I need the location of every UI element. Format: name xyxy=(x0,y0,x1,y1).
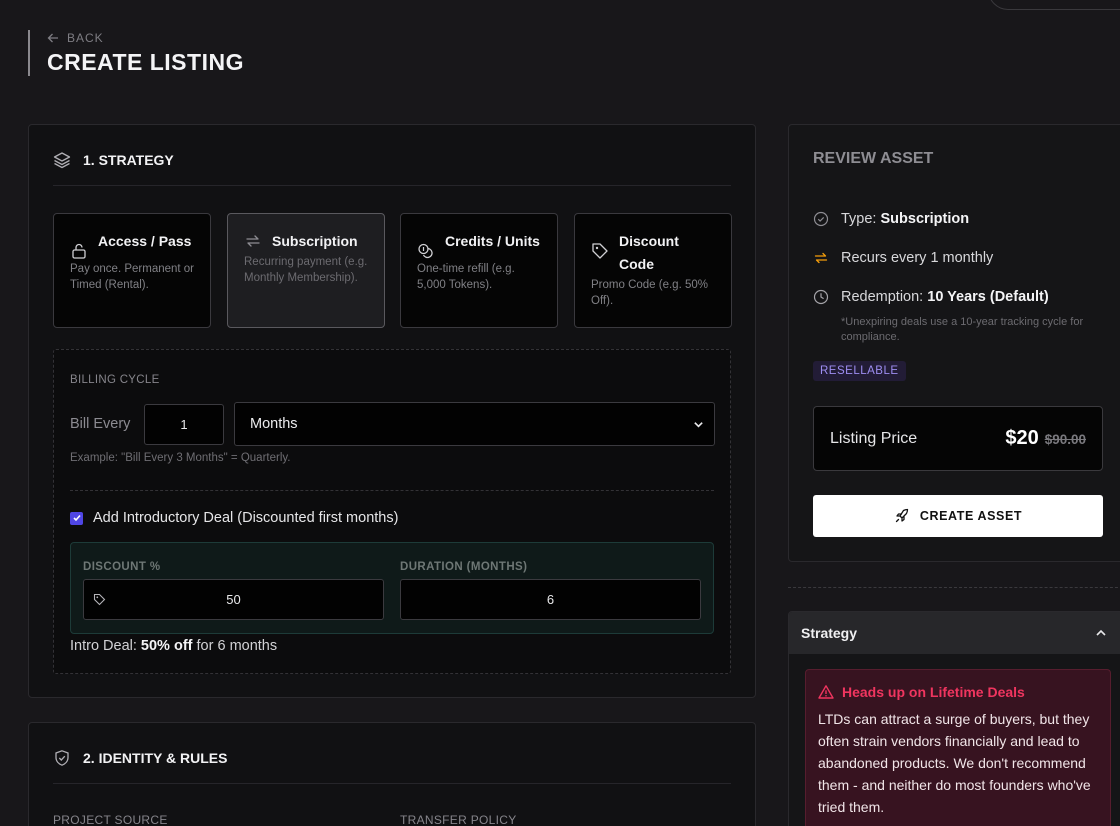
project-source-label: PROJECT SOURCE xyxy=(53,813,168,826)
warning-title: Heads up on Lifetime Deals xyxy=(842,684,1025,700)
review-asset-card: REVIEW ASSET Type: Subscription Recurs e… xyxy=(788,124,1120,562)
option-title: Subscription xyxy=(272,233,358,249)
sidebar-divider xyxy=(788,587,1120,588)
strategy-card: 1. STRATEGY Access / Pass Pay once. Perm… xyxy=(28,124,756,698)
review-recurrence: Recurs every 1 monthly xyxy=(813,250,993,266)
type-label: Type: xyxy=(841,211,881,227)
discount-label: DISCOUNT % xyxy=(83,561,161,573)
page-title: CREATE LISTING xyxy=(47,49,244,75)
strategy-options: Access / Pass Pay once. Permanent or Tim… xyxy=(53,213,732,329)
summary-suffix: for 6 months xyxy=(192,638,278,654)
original-price: $90.00 xyxy=(1044,432,1086,447)
back-link[interactable]: BACK xyxy=(47,30,244,46)
option-description: Promo Code (e.g. 50% Off). xyxy=(591,279,708,307)
tag-icon xyxy=(592,243,608,259)
option-subscription[interactable]: Subscription Recurring payment (e.g. Mon… xyxy=(227,213,385,328)
create-asset-button[interactable]: CREATE ASSET xyxy=(813,495,1103,537)
page-header: BACK CREATE LISTING xyxy=(28,30,244,76)
warning-heading: Heads up on Lifetime Deals xyxy=(818,684,1098,700)
strategy-section-header: 1. STRATEGY xyxy=(53,149,731,186)
intro-deal-toggle[interactable]: Add Introductory Deal (Discounted first … xyxy=(70,510,398,526)
review-type: Type: Subscription xyxy=(813,211,969,227)
bill-every-row: Bill Every 1 Months xyxy=(70,402,715,446)
price-group: $20 $90.00 xyxy=(1005,427,1086,450)
intro-deal-panel: DISCOUNT % 50 DURATION (MONTHS) 6 xyxy=(70,542,714,634)
summary-prefix: Intro Deal: xyxy=(70,638,141,654)
divider xyxy=(70,490,714,491)
warning-triangle-icon xyxy=(818,685,834,699)
create-asset-label: CREATE ASSET xyxy=(919,509,1023,523)
discount-field: DISCOUNT % 50 xyxy=(83,561,384,620)
strategy-title: 1. STRATEGY xyxy=(83,152,174,168)
repeat-icon xyxy=(246,235,260,247)
intro-deal-summary: Intro Deal: 50% off for 6 months xyxy=(70,638,277,654)
strategy-accordion: Strategy Heads up on Lifetime Deals LTDs… xyxy=(788,611,1120,826)
option-discount-code[interactable]: Discount Code Promo Code (e.g. 50% Off). xyxy=(574,213,732,328)
billing-cycle-label: BILLING CYCLE xyxy=(70,374,160,386)
repeat-icon xyxy=(814,252,828,264)
discount-input[interactable]: 50 xyxy=(83,579,384,620)
redemption-text: Redemption: 10 Years (Default) xyxy=(841,289,1049,305)
option-description: Recurring payment (e.g. Monthly Membersh… xyxy=(244,256,368,284)
review-type-text: Type: Subscription xyxy=(841,211,969,227)
ltd-warning: Heads up on Lifetime Deals LTDs can attr… xyxy=(805,669,1111,826)
layers-icon xyxy=(53,152,71,169)
identity-title: 2. IDENTITY & RULES xyxy=(83,750,228,766)
accordion-title: Strategy xyxy=(801,625,858,641)
shield-check-icon xyxy=(55,750,69,766)
listing-price-label: Listing Price xyxy=(830,429,918,447)
back-label[interactable]: BACK xyxy=(67,31,104,45)
review-redemption: Redemption: 10 Years (Default) xyxy=(813,289,1049,305)
interval-unit-select[interactable]: Months xyxy=(234,402,715,446)
listing-price-box: Listing Price $20 $90.00 xyxy=(813,406,1103,471)
duration-input[interactable]: 6 xyxy=(400,579,701,620)
option-title: Discount Code xyxy=(619,233,679,272)
option-access-pass[interactable]: Access / Pass Pay once. Permanent or Tim… xyxy=(53,213,211,328)
rocket-icon xyxy=(895,508,908,523)
redemption-value: 10 Years (Default) xyxy=(927,289,1049,305)
review-title: REVIEW ASSET xyxy=(813,150,934,167)
transfer-policy-label: TRANSFER POLICY xyxy=(400,813,517,826)
duration-label: DURATION (MONTHS) xyxy=(400,561,528,573)
chevron-up-icon xyxy=(1096,629,1106,636)
redemption-label: Redemption: xyxy=(841,289,928,305)
resellable-badge: RESELLABLE xyxy=(813,361,906,381)
identity-card: 2. IDENTITY & RULES PROJECT SOURCE TRANS… xyxy=(28,722,756,826)
interval-input[interactable]: 1 xyxy=(144,403,224,445)
option-description: Pay once. Permanent or Timed (Rental). xyxy=(70,263,195,291)
tag-icon xyxy=(93,593,106,606)
billing-panel: BILLING CYCLE Bill Every 1 Months Exampl… xyxy=(53,349,731,674)
warning-text: LTDs can attract a surge of buyers, but … xyxy=(818,711,1091,815)
type-value: Subscription xyxy=(880,211,970,227)
check-icon xyxy=(72,514,81,522)
bill-every-label: Bill Every xyxy=(70,416,131,432)
clock-icon xyxy=(813,289,829,305)
accordion-header[interactable]: Strategy xyxy=(789,612,1120,654)
option-credits-units[interactable]: Credits / Units One-time refill (e.g. 5,… xyxy=(400,213,558,328)
interval-unit-value: Months xyxy=(250,416,298,432)
duration-field: DURATION (MONTHS) 6 xyxy=(400,561,701,620)
option-title: Access / Pass xyxy=(98,233,192,249)
account-pill[interactable] xyxy=(988,0,1120,10)
option-title: Credits / Units xyxy=(445,233,540,249)
arrow-left-icon xyxy=(47,33,58,43)
chevron-down-icon xyxy=(694,421,703,428)
discount-value: 50 xyxy=(226,592,241,607)
check-circle-icon xyxy=(813,211,829,227)
option-description: One-time refill (e.g. 5,000 Tokens). xyxy=(417,263,515,291)
listing-price: $20 xyxy=(1005,427,1039,449)
identity-section-header: 2. IDENTITY & RULES xyxy=(53,747,731,784)
summary-discount: 50% off xyxy=(140,638,193,654)
redemption-fineprint: *Unexpiring deals use a 10-year tracking… xyxy=(841,316,1084,343)
coins-icon xyxy=(418,243,433,259)
lock-open-icon xyxy=(72,243,86,259)
intro-deal-label[interactable]: Add Introductory Deal (Discounted first … xyxy=(93,510,398,526)
intro-deal-checkbox[interactable] xyxy=(70,511,83,525)
recurs-text: Recurs every 1 monthly xyxy=(841,250,994,266)
billing-example: Example: "Bill Every 3 Months" = Quarter… xyxy=(70,452,291,464)
